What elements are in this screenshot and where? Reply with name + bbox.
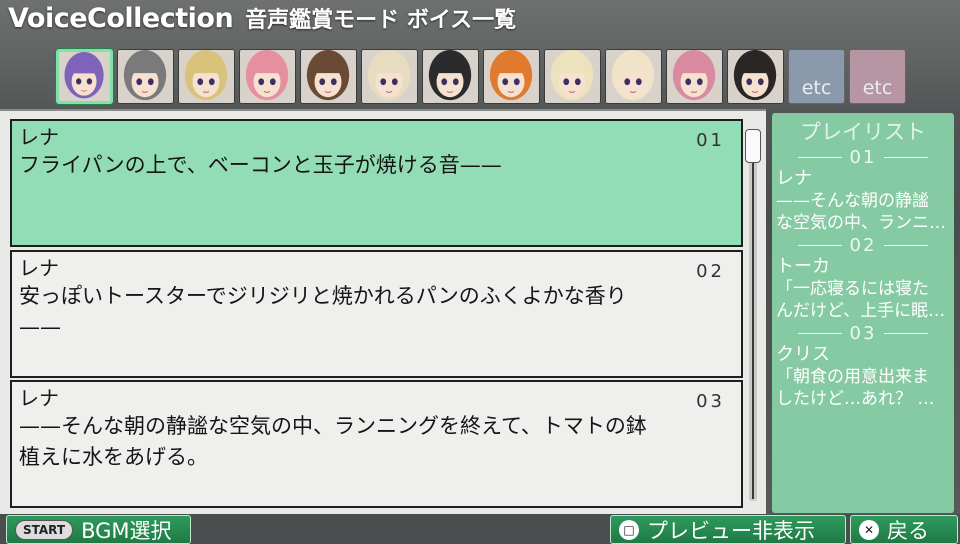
scrollbar-thumb[interactable] <box>745 129 761 163</box>
etc-tile-2[interactable]: etc <box>849 49 906 104</box>
character-tile-8[interactable] <box>483 49 540 104</box>
playlist-separator: 03 <box>772 322 954 344</box>
playlist-text-line: んだけど、上手に眠… <box>776 301 946 321</box>
voice-number: 02 <box>696 261 725 282</box>
character-tile-2[interactable] <box>117 49 174 104</box>
voice-text-line: —— <box>19 315 61 339</box>
character-tile-10[interactable] <box>605 49 662 104</box>
voice-entry-3[interactable]: レナ 03 ——そんな朝の静謐な空気の中、ランニングを終えて、トマトの鉢 植えに… <box>10 380 743 508</box>
back-button[interactable]: ✕ 戻る <box>850 515 958 544</box>
voice-text-line: フライパンの上で、ベーコンと玉子が焼ける音—— <box>19 153 502 177</box>
character-portrait-icon <box>118 50 173 103</box>
voice-text-line: 安っぽいトースターでジリジリと焼かれるパンのふくよかな香り <box>19 284 627 308</box>
playlist-speaker: トーカ <box>776 256 830 277</box>
playlist-speaker: クリス <box>776 344 830 365</box>
preview-toggle-button[interactable]: □ プレビュー非表示 <box>610 515 846 544</box>
character-portrait-icon <box>606 50 661 103</box>
start-button-icon: START <box>15 519 74 540</box>
playlist-item-3[interactable]: クリス 「朝食の用意出来ま したけど…あれ？ … <box>772 344 954 410</box>
mode-subtitle: 音声鑑賞モード ボイス一覧 <box>245 8 517 33</box>
bgm-select-button[interactable]: START BGM選択 <box>6 515 191 544</box>
voice-speaker: レナ <box>19 386 59 410</box>
scrollbar-rail <box>752 159 754 499</box>
voice-entry-1[interactable]: レナ 01 フライパンの上で、ベーコンと玉子が焼ける音—— <box>10 119 743 247</box>
back-label: 戻る <box>887 518 929 543</box>
playlist-number: 01 <box>849 146 877 168</box>
character-portrait-icon <box>362 50 417 103</box>
etc-label: etc <box>801 77 832 99</box>
character-selector: etc etc <box>56 49 906 105</box>
page-title: VoiceCollection 音声鑑賞モード ボイス一覧 <box>8 2 516 38</box>
playlist-item-1[interactable]: レナ ——そんな朝の静謐 な空気の中、ランニ… <box>772 168 954 234</box>
playlist-text-line: な空気の中、ランニ… <box>776 213 946 233</box>
preview-toggle-label: プレビュー非表示 <box>647 518 815 543</box>
character-portrait-icon <box>301 50 356 103</box>
voice-text-line: 植えに水をあげる。 <box>19 445 208 469</box>
header-bar: VoiceCollection 音声鑑賞モード ボイス一覧 etc etc <box>0 0 960 110</box>
playlist-item-2[interactable]: トーカ 「一応寝るには寝た んだけど、上手に眠… <box>772 256 954 322</box>
character-tile-4[interactable] <box>239 49 296 104</box>
voice-speaker: レナ <box>19 256 59 280</box>
character-portrait-icon <box>423 50 478 103</box>
playlist-panel: プレイリスト 01 レナ ——そんな朝の静謐 な空気の中、ランニ… 02 トーカ… <box>772 113 954 513</box>
voice-speaker: レナ <box>19 125 59 149</box>
character-tile-3[interactable] <box>178 49 235 104</box>
app-title: VoiceCollection <box>8 3 234 34</box>
voice-number: 01 <box>696 130 725 151</box>
playlist-text-line: 「朝食の用意出来ま <box>776 367 929 387</box>
character-tile-7[interactable] <box>422 49 479 104</box>
playlist-text-line: したけど…あれ？ … <box>776 389 935 409</box>
voice-list-scrollbar[interactable] <box>745 129 761 501</box>
playlist-separator: 01 <box>772 146 954 168</box>
character-tile-11[interactable] <box>666 49 723 104</box>
bgm-select-label: BGM選択 <box>81 518 172 543</box>
voice-text-line: ——そんな朝の静謐な空気の中、ランニングを終えて、トマトの鉢 <box>19 414 647 438</box>
character-tile-9[interactable] <box>544 49 601 104</box>
voice-list-panel: レナ 01 フライパンの上で、ベーコンと玉子が焼ける音—— レナ 02 安っぽい… <box>0 109 766 514</box>
bottom-bar: START BGM選択 □ プレビュー非表示 ✕ 戻る <box>0 514 960 544</box>
character-tile-6[interactable] <box>361 49 418 104</box>
character-portrait-icon <box>59 52 110 101</box>
etc-tile-1[interactable]: etc <box>788 49 845 104</box>
character-portrait-icon <box>728 50 783 103</box>
playlist-number: 03 <box>849 322 877 344</box>
playlist-title: プレイリスト <box>800 120 926 144</box>
voice-number: 03 <box>696 391 725 412</box>
character-portrait-icon <box>667 50 722 103</box>
character-portrait-icon <box>484 50 539 103</box>
character-tile-12[interactable] <box>727 49 784 104</box>
character-portrait-icon <box>179 50 234 103</box>
playlist-number: 02 <box>849 234 877 256</box>
etc-label: etc <box>862 77 893 99</box>
character-tile-5[interactable] <box>300 49 357 104</box>
character-portrait-icon <box>240 50 295 103</box>
character-tile-1[interactable] <box>56 49 113 104</box>
playlist-speaker: レナ <box>776 168 812 189</box>
playlist-text-line: ——そんな朝の静謐 <box>776 191 929 211</box>
cross-button-icon: ✕ <box>859 519 879 540</box>
square-button-icon: □ <box>619 519 639 540</box>
character-portrait-icon <box>545 50 600 103</box>
voice-entry-2[interactable]: レナ 02 安っぽいトースターでジリジリと焼かれるパンのふくよかな香り —— <box>10 250 743 378</box>
playlist-separator: 02 <box>772 234 954 256</box>
playlist-text-line: 「一応寝るには寝た <box>776 279 929 299</box>
